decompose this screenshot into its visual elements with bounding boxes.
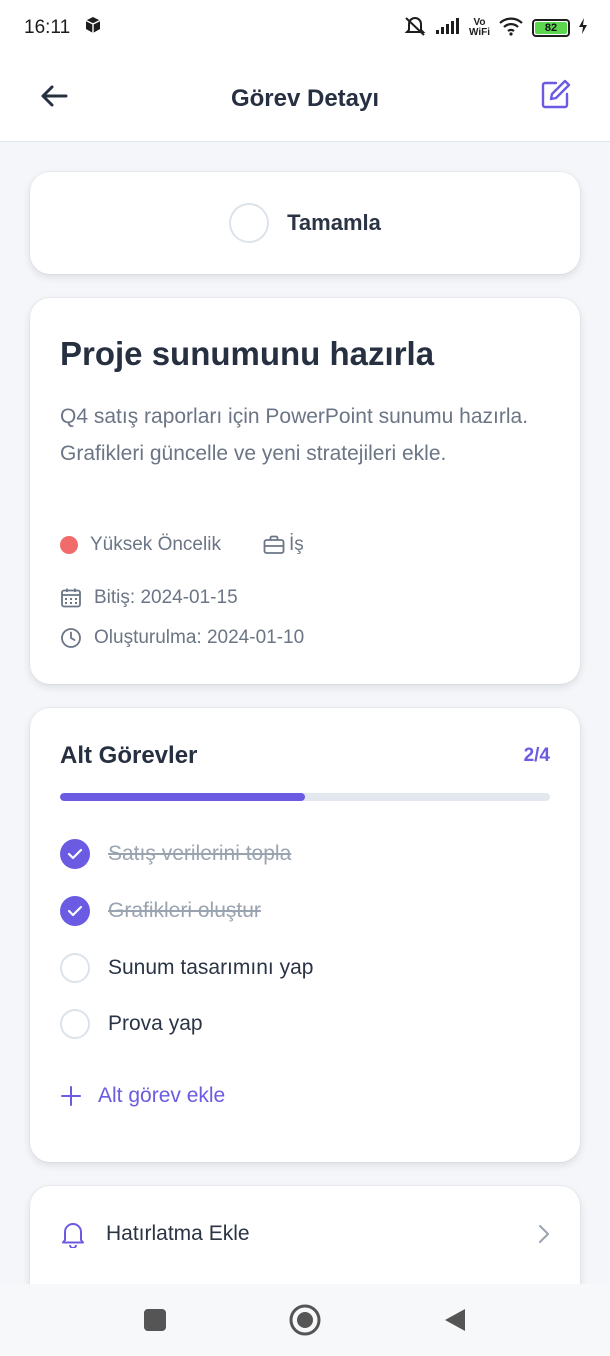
- page-title: Görev Detayı: [230, 84, 380, 112]
- subtasks-progress: [60, 793, 550, 801]
- subtask-item[interactable]: Prova yap: [60, 1009, 203, 1039]
- clock-icon: [60, 627, 82, 649]
- priority-dot: [60, 536, 78, 554]
- subtask-checkbox-unchecked[interactable]: [60, 953, 90, 983]
- checkmark-icon: [67, 848, 83, 860]
- app-bar: Görev Detayı: [0, 56, 610, 142]
- due-date-row: Bitiş: 2024-01-15: [60, 587, 238, 609]
- briefcase-icon: [263, 534, 285, 556]
- chevron-right-icon: [539, 1225, 549, 1243]
- mute-icon: [403, 15, 427, 42]
- complete-checkbox[interactable]: [229, 203, 270, 243]
- subtasks-card: Alt Görevler 2/4 Satış verilerini topla …: [30, 708, 580, 1162]
- box-icon: [84, 16, 102, 40]
- bell-icon: [62, 1223, 84, 1248]
- system-nav-bar: [0, 1284, 610, 1356]
- subtask-checkbox-checked[interactable]: [60, 896, 90, 926]
- created-date: Oluşturulma: 2024-01-10: [94, 627, 305, 648]
- category-label: İş: [288, 534, 304, 555]
- complete-button[interactable]: Tamamla: [30, 172, 580, 274]
- subtask-label: Grafikleri oluştur: [108, 899, 261, 922]
- task-tags: Yüksek Öncelik İş: [60, 534, 304, 556]
- battery-indicator: 82: [532, 19, 570, 37]
- status-bar: 16:11 Vo WiFi 82: [0, 0, 610, 56]
- edit-icon: [541, 79, 571, 109]
- subtask-label: Prova yap: [108, 1012, 203, 1035]
- vowifi-indicator: Vo WiFi: [468, 17, 490, 38]
- checkmark-icon: [67, 905, 83, 917]
- subtask-checkbox-checked[interactable]: [60, 839, 90, 869]
- status-time: 16:11: [24, 17, 71, 38]
- add-reminder-label: Hatırlatma Ekle: [106, 1222, 250, 1245]
- add-subtask-label: Alt görev ekle: [98, 1084, 226, 1107]
- calendar-icon: [60, 587, 82, 609]
- back-button[interactable]: [36, 78, 72, 114]
- plus-icon: [61, 1086, 81, 1106]
- signal-icon: [435, 17, 461, 40]
- home-button[interactable]: [285, 1300, 325, 1340]
- subtask-checkbox-unchecked[interactable]: [60, 1009, 90, 1039]
- recents-button[interactable]: [135, 1300, 175, 1340]
- subtasks-title: Alt Görevler: [60, 742, 198, 769]
- back-nav-button[interactable]: [435, 1300, 475, 1340]
- charging-icon: [578, 17, 588, 40]
- add-subtask-button[interactable]: Alt görev ekle: [60, 1084, 225, 1108]
- square-icon: [144, 1309, 166, 1331]
- due-date: Bitiş: 2024-01-15: [94, 587, 238, 608]
- subtask-item[interactable]: Satış verilerini topla: [60, 839, 291, 869]
- complete-label: Tamamla: [287, 210, 381, 235]
- arrow-left-icon: [41, 85, 68, 107]
- created-date-row: Oluşturulma: 2024-01-10: [60, 627, 304, 649]
- subtask-label: Sunum tasarımını yap: [108, 956, 314, 979]
- priority-label: Yüksek Öncelik: [90, 534, 221, 555]
- task-title: Proje sunumunu hazırla: [60, 335, 435, 372]
- add-reminder-row[interactable]: Hatırlatma Ekle: [60, 1216, 550, 1252]
- subtask-label: Satış verilerini topla: [108, 842, 292, 865]
- subtask-item[interactable]: Grafikleri oluştur: [60, 896, 261, 926]
- task-detail-card: Proje sunumunu hazırla Q4 satış raporlar…: [30, 298, 580, 684]
- edit-button[interactable]: [538, 76, 574, 112]
- subtasks-count: 2/4: [523, 745, 550, 766]
- subtask-item[interactable]: Sunum tasarımını yap: [60, 953, 313, 983]
- wifi-icon: [498, 16, 524, 41]
- task-description: Q4 satış raporları için PowerPoint sunum…: [60, 405, 529, 465]
- subtasks-header: Alt Görevler 2/4: [60, 742, 550, 770]
- progress-fill: [60, 793, 305, 801]
- battery-level: 82: [535, 22, 567, 34]
- triangle-back-icon: [445, 1309, 465, 1331]
- home-circle-icon: [289, 1304, 321, 1336]
